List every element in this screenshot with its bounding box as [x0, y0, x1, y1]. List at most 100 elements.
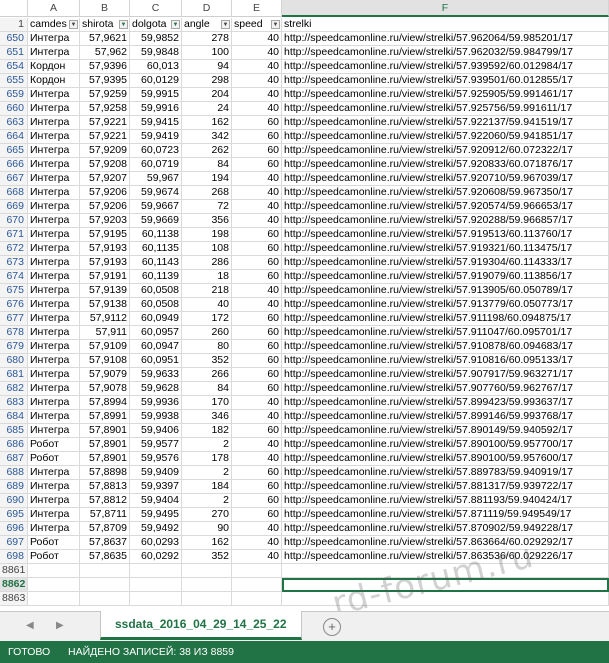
- cell-camdesc[interactable]: Интегра: [28, 256, 80, 270]
- row-number[interactable]: 685: [0, 424, 28, 438]
- cell-camdesc[interactable]: Интегра: [28, 326, 80, 340]
- cell-speed[interactable]: 40: [232, 452, 282, 466]
- cell-dolgota[interactable]: 59,9576: [130, 452, 182, 466]
- row-number[interactable]: 676: [0, 298, 28, 312]
- cell-strelki[interactable]: http://speedcamonline.ru/view/strelki/57…: [282, 186, 609, 200]
- cell-angle[interactable]: 90: [182, 522, 232, 536]
- cell-dolgota[interactable]: 59,967: [130, 172, 182, 186]
- cell-shirota[interactable]: 57,9203: [80, 214, 130, 228]
- cell-angle[interactable]: 80: [182, 340, 232, 354]
- cell-strelki[interactable]: http://speedcamonline.ru/view/strelki/57…: [282, 88, 609, 102]
- cell-angle[interactable]: 270: [182, 508, 232, 522]
- cell-shirota[interactable]: 57,9221: [80, 130, 130, 144]
- cell-shirota[interactable]: 57,9258: [80, 102, 130, 116]
- cell-dolgota[interactable]: 60,0951: [130, 354, 182, 368]
- cell-dolgota[interactable]: 59,9848: [130, 46, 182, 60]
- cell-dolgota[interactable]: 59,9916: [130, 102, 182, 116]
- cell-camdesc[interactable]: Интегра: [28, 368, 80, 382]
- cell-camdesc[interactable]: Интегра: [28, 508, 80, 522]
- cell-dolgota[interactable]: 59,9669: [130, 214, 182, 228]
- column-header-e[interactable]: E: [232, 0, 282, 17]
- cell-strelki[interactable]: http://speedcamonline.ru/view/strelki/57…: [282, 494, 609, 508]
- row-number[interactable]: 681: [0, 368, 28, 382]
- cell-camdesc[interactable]: Интегра: [28, 494, 80, 508]
- cell-camdesc[interactable]: Интегра: [28, 46, 80, 60]
- add-sheet-icon[interactable]: +: [323, 618, 341, 636]
- cell-angle[interactable]: 278: [182, 32, 232, 46]
- cell-dolgota[interactable]: 60,1139: [130, 270, 182, 284]
- cell-camdesc[interactable]: Интегра: [28, 522, 80, 536]
- row-number[interactable]: 668: [0, 186, 28, 200]
- cell-shirota[interactable]: 57,9138: [80, 298, 130, 312]
- cell-strelki[interactable]: http://speedcamonline.ru/view/strelki/57…: [282, 340, 609, 354]
- cell-camdesc[interactable]: Интегра: [28, 116, 80, 130]
- scroll-tabs-left-icon[interactable]: ◀: [26, 620, 34, 631]
- cell-shirota[interactable]: 57,8901: [80, 438, 130, 452]
- empty-cell[interactable]: [130, 564, 182, 578]
- cell-speed[interactable]: 60: [232, 242, 282, 256]
- cell-speed[interactable]: 40: [232, 186, 282, 200]
- cell-shirota[interactable]: 57,8901: [80, 424, 130, 438]
- row-number[interactable]: 665: [0, 144, 28, 158]
- cell-dolgota[interactable]: 60,013: [130, 60, 182, 74]
- filter-dropdown-icon[interactable]: ▼: [221, 20, 230, 29]
- cell-shirota[interactable]: 57,9078: [80, 382, 130, 396]
- cell-dolgota[interactable]: 59,9936: [130, 396, 182, 410]
- cell-strelki[interactable]: http://speedcamonline.ru/view/strelki/57…: [282, 130, 609, 144]
- cell-strelki[interactable]: http://speedcamonline.ru/view/strelki/57…: [282, 144, 609, 158]
- cell-speed[interactable]: 40: [232, 396, 282, 410]
- cell-shirota[interactable]: 57,8901: [80, 452, 130, 466]
- cell-camdesc[interactable]: Робот: [28, 536, 80, 550]
- cell-angle[interactable]: 352: [182, 550, 232, 564]
- cell-shirota[interactable]: 57,9206: [80, 186, 130, 200]
- cell-speed[interactable]: 40: [232, 60, 282, 74]
- cell-angle[interactable]: 2: [182, 438, 232, 452]
- row-number[interactable]: 672: [0, 242, 28, 256]
- row-number[interactable]: 689: [0, 480, 28, 494]
- cell-strelki[interactable]: http://speedcamonline.ru/view/strelki/57…: [282, 424, 609, 438]
- row-number[interactable]: 675: [0, 284, 28, 298]
- row-number[interactable]: 688: [0, 466, 28, 480]
- row-number[interactable]: 8863: [0, 592, 28, 606]
- cell-speed[interactable]: 60: [232, 354, 282, 368]
- cell-strelki[interactable]: http://speedcamonline.ru/view/strelki/57…: [282, 312, 609, 326]
- cell-angle[interactable]: 268: [182, 186, 232, 200]
- cell-strelki[interactable]: http://speedcamonline.ru/view/strelki/57…: [282, 60, 609, 74]
- empty-cell[interactable]: [182, 564, 232, 578]
- cell-strelki[interactable]: http://speedcamonline.ru/view/strelki/57…: [282, 284, 609, 298]
- filter-applied-icon[interactable]: ▼: [171, 20, 180, 29]
- cell-speed[interactable]: 40: [232, 298, 282, 312]
- row-number[interactable]: 654: [0, 60, 28, 74]
- cell-shirota[interactable]: 57,9109: [80, 340, 130, 354]
- row-number[interactable]: 8862: [0, 578, 28, 592]
- cell-camdesc[interactable]: Интегра: [28, 172, 80, 186]
- cell-strelki[interactable]: http://speedcamonline.ru/view/strelki/57…: [282, 438, 609, 452]
- cell-dolgota[interactable]: 59,9495: [130, 508, 182, 522]
- cell-shirota[interactable]: 57,9395: [80, 74, 130, 88]
- cell-dolgota[interactable]: 59,9667: [130, 200, 182, 214]
- cell-speed[interactable]: 40: [232, 74, 282, 88]
- cell-angle[interactable]: 352: [182, 354, 232, 368]
- cell-strelki[interactable]: http://speedcamonline.ru/view/strelki/57…: [282, 228, 609, 242]
- cell-camdesc[interactable]: Интегра: [28, 32, 80, 46]
- cell-shirota[interactable]: 57,8813: [80, 480, 130, 494]
- row-number[interactable]: 673: [0, 256, 28, 270]
- cell-angle[interactable]: 184: [182, 480, 232, 494]
- column-header-c[interactable]: C: [130, 0, 182, 17]
- cell-speed[interactable]: 60: [232, 144, 282, 158]
- cell-angle[interactable]: 84: [182, 382, 232, 396]
- cell-strelki[interactable]: http://speedcamonline.ru/view/strelki/57…: [282, 256, 609, 270]
- cell-dolgota[interactable]: 60,0129: [130, 74, 182, 88]
- row-number[interactable]: 686: [0, 438, 28, 452]
- cell-speed[interactable]: 40: [232, 102, 282, 116]
- cell-speed[interactable]: 60: [232, 494, 282, 508]
- cell-angle[interactable]: 218: [182, 284, 232, 298]
- cell-dolgota[interactable]: 59,9938: [130, 410, 182, 424]
- cell-speed[interactable]: 60: [232, 270, 282, 284]
- cell-dolgota[interactable]: 59,9492: [130, 522, 182, 536]
- cell-dolgota[interactable]: 60,0957: [130, 326, 182, 340]
- row-number[interactable]: 684: [0, 410, 28, 424]
- filter-applied-icon[interactable]: ▼: [119, 20, 128, 29]
- cell-angle[interactable]: 72: [182, 200, 232, 214]
- cell-shirota[interactable]: 57,9259: [80, 88, 130, 102]
